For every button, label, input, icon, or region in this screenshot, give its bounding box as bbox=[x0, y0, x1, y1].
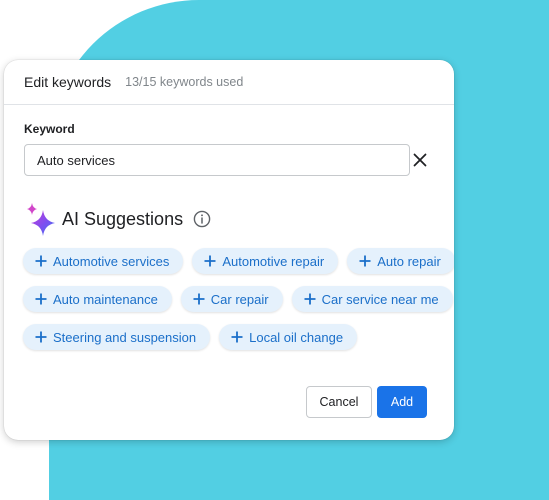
ai-suggestions-header: AI Suggestions bbox=[24, 200, 211, 238]
plus-icon bbox=[304, 293, 316, 305]
suggestion-chip[interactable]: Steering and suspension bbox=[23, 324, 211, 350]
dialog-title: Edit keywords bbox=[24, 74, 112, 90]
suggestion-label: Car repair bbox=[210, 291, 269, 307]
suggestion-label: Auto repair bbox=[377, 253, 441, 269]
plus-icon bbox=[359, 255, 371, 267]
close-icon bbox=[413, 153, 427, 167]
sparkle-icon bbox=[27, 203, 55, 236]
suggestion-chips: Automotive services Automotive repair Au… bbox=[23, 248, 454, 362]
dialog-header: Edit keywords 13/15 keywords used bbox=[4, 60, 454, 105]
info-icon[interactable] bbox=[193, 210, 211, 228]
suggestion-chip[interactable]: Auto maintenance bbox=[23, 286, 172, 312]
suggestion-row: Automotive services Automotive repair Au… bbox=[23, 248, 454, 274]
suggestion-label: Automotive services bbox=[53, 253, 170, 269]
suggestion-label: Automotive repair bbox=[222, 253, 325, 269]
suggestion-chip[interactable]: Car repair bbox=[180, 286, 283, 312]
plus-icon bbox=[35, 293, 47, 305]
suggestion-row: Auto maintenance Car repair Car service … bbox=[23, 286, 453, 312]
suggestion-chip[interactable]: Local oil change bbox=[219, 324, 358, 350]
suggestion-chip[interactable]: Car service near me bbox=[291, 286, 453, 312]
suggestion-label: Car service near me bbox=[321, 291, 439, 307]
plus-icon bbox=[35, 255, 47, 267]
suggestion-chip[interactable]: Auto repair bbox=[347, 248, 454, 274]
clear-keyword-button[interactable] bbox=[408, 148, 432, 172]
plus-icon bbox=[35, 331, 47, 343]
plus-icon bbox=[193, 293, 205, 305]
keyword-usage-count: 13/15 keywords used bbox=[125, 75, 244, 89]
suggestion-row: Steering and suspension Local oil change bbox=[23, 324, 453, 350]
suggestion-label: Local oil change bbox=[249, 329, 344, 345]
keyword-label: Keyword bbox=[24, 122, 75, 136]
suggestion-chip[interactable]: Automotive repair bbox=[192, 248, 339, 274]
cancel-button[interactable]: Cancel bbox=[306, 386, 372, 418]
suggestion-label: Steering and suspension bbox=[53, 329, 197, 345]
add-button[interactable]: Add bbox=[377, 386, 427, 418]
keyword-input[interactable]: Auto services bbox=[24, 144, 410, 176]
suggestion-chip[interactable]: Automotive services bbox=[23, 248, 184, 274]
ai-suggestions-title: AI Suggestions bbox=[62, 208, 184, 229]
plus-icon bbox=[231, 331, 243, 343]
plus-icon bbox=[204, 255, 216, 267]
edit-keywords-dialog: Edit keywords 13/15 keywords used Keywor… bbox=[4, 60, 454, 440]
suggestion-label: Auto maintenance bbox=[53, 291, 158, 307]
